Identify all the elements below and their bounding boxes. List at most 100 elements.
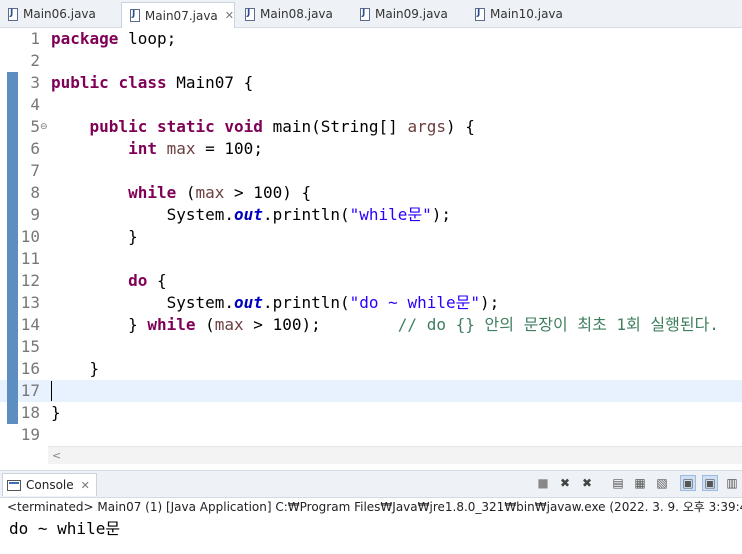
show-on-stderr-icon[interactable]: ▣ [702, 475, 718, 491]
code-text: ) { [445, 117, 475, 136]
code-text: System. [166, 293, 235, 312]
variable: max [214, 315, 244, 334]
code-text: > 100) { [224, 183, 312, 202]
line-number: 2 [30, 51, 40, 70]
code-text: .println( [262, 205, 350, 224]
code-text: Main07 { [166, 73, 254, 92]
line-number: 6 [30, 139, 40, 158]
tab-label: Main09.java [375, 7, 448, 21]
code-line: 5 ⊖ public static void main(String[] arg… [0, 116, 742, 138]
tab-main10[interactable]: Main10.java [467, 3, 579, 25]
java-file-icon [245, 7, 255, 21]
keyword: class [118, 73, 167, 92]
variable: max [195, 183, 225, 202]
terminate-icon[interactable]: ■ [535, 475, 551, 491]
fold-collapse-icon[interactable]: ⊖ [40, 116, 48, 138]
line-number: 5 [30, 117, 40, 136]
keyword: public [51, 73, 109, 92]
pin-console-icon[interactable]: ▥ [724, 475, 740, 491]
console-icon [7, 479, 21, 491]
horizontal-scrollbar[interactable]: < [48, 446, 742, 464]
variable: max [166, 139, 196, 158]
code-text: } [89, 359, 100, 378]
code-text: ); [431, 205, 452, 224]
tab-label: Main07.java [144, 8, 218, 23]
scroll-left-arrow-icon[interactable]: < [52, 447, 61, 464]
tab-main07[interactable]: Main07.java ✕ [121, 2, 235, 28]
close-icon[interactable]: ✕ [81, 479, 90, 492]
remove-all-terminated-icon[interactable]: ✖ [579, 475, 595, 491]
code-line: 18 } [0, 402, 742, 424]
keyword: do [128, 271, 148, 290]
string-literal: "while문" [349, 205, 432, 224]
keyword: static [156, 117, 215, 136]
code-line: 14 } while (max > 100); // do {} 안의 문장이 … [0, 314, 742, 336]
line-number: 9 [30, 205, 40, 224]
java-file-icon [130, 9, 140, 22]
tab-label: Main08.java [260, 7, 333, 21]
code-line: 3 public class Main07 { [0, 72, 742, 94]
code-line: 7 [0, 160, 742, 182]
tab-console[interactable]: Console ✕ [2, 473, 97, 496]
clear-console-icon[interactable]: ▤ [610, 475, 626, 491]
line-number: 16 [20, 359, 40, 378]
remove-launch-icon[interactable]: ✖ [557, 475, 573, 491]
keyword: void [224, 117, 263, 136]
code-line: 11 [0, 248, 742, 270]
code-text: main(String[] [262, 117, 408, 136]
code-line: 13 System.out.println("do ~ while문"); [0, 292, 742, 314]
console-status-line: <terminated> Main07 (1) [Java Applicatio… [7, 500, 742, 514]
line-number: 15 [20, 337, 40, 356]
keyword: int [128, 139, 157, 158]
keyword: public [89, 117, 148, 136]
code-line: 6 int max = 100; [0, 138, 742, 160]
keyword: package [51, 29, 119, 48]
line-number: 7 [30, 161, 40, 180]
java-file-icon [8, 7, 18, 21]
line-number: 14 [20, 315, 40, 334]
line-number: 1 [30, 29, 40, 48]
line-number: 19 [20, 425, 40, 444]
line-number: 4 [30, 95, 40, 114]
code-editor[interactable]: 1 package loop; 2 3 public class Main07 … [0, 28, 742, 448]
tab-main09[interactable]: Main09.java [352, 3, 464, 25]
tab-label: Main06.java [23, 7, 96, 21]
line-number: 3 [30, 73, 40, 92]
code-line: 9 System.out.println("while문"); [0, 204, 742, 226]
static-field: out [234, 205, 263, 224]
line-number: 10 [20, 227, 40, 246]
code-line: 16 } [0, 358, 742, 380]
line-number: 18 [20, 403, 40, 422]
console-panel-header: Console ✕ ■ ✖ ✖ ▤ ▦ ▧ ▣ ▣ ▥ [0, 470, 742, 498]
static-field: out [234, 293, 263, 312]
console-tab-label: Console [26, 478, 74, 492]
text-caret [51, 381, 52, 401]
show-on-stdout-icon[interactable]: ▣ [680, 475, 696, 491]
tab-main06[interactable]: Main06.java [0, 3, 118, 25]
code-line: 17 [0, 380, 742, 402]
code-line: 2 [0, 50, 742, 72]
code-text: ( [176, 183, 196, 202]
word-wrap-icon[interactable]: ▧ [654, 475, 670, 491]
close-icon[interactable]: ✕ [225, 9, 234, 22]
code-text: = 100; [195, 139, 263, 158]
editor-tab-bar: Main06.java Main07.java ✕ Main08.java Ma… [0, 0, 742, 28]
line-number: 13 [20, 293, 40, 312]
string-literal: "do ~ while문" [349, 293, 480, 312]
tab-main08[interactable]: Main08.java [237, 3, 349, 25]
line-number: 8 [30, 183, 40, 202]
console-output[interactable]: do ~ while문 [9, 515, 120, 539]
variable: args [407, 117, 446, 136]
code-text: } [128, 227, 138, 246]
code-text: System. [166, 205, 235, 224]
code-text: > 100); [243, 315, 321, 334]
code-text: } [128, 315, 148, 334]
code-line: 19 [0, 424, 742, 446]
java-file-icon [475, 7, 485, 21]
keyword: while [128, 183, 177, 202]
code-text: .println( [262, 293, 350, 312]
code-comment: // do {} 안의 문장이 최초 1회 실행된다. [397, 315, 719, 334]
scroll-lock-icon[interactable]: ▦ [632, 475, 648, 491]
keyword: while [147, 315, 196, 334]
line-number: 17 [20, 381, 40, 400]
